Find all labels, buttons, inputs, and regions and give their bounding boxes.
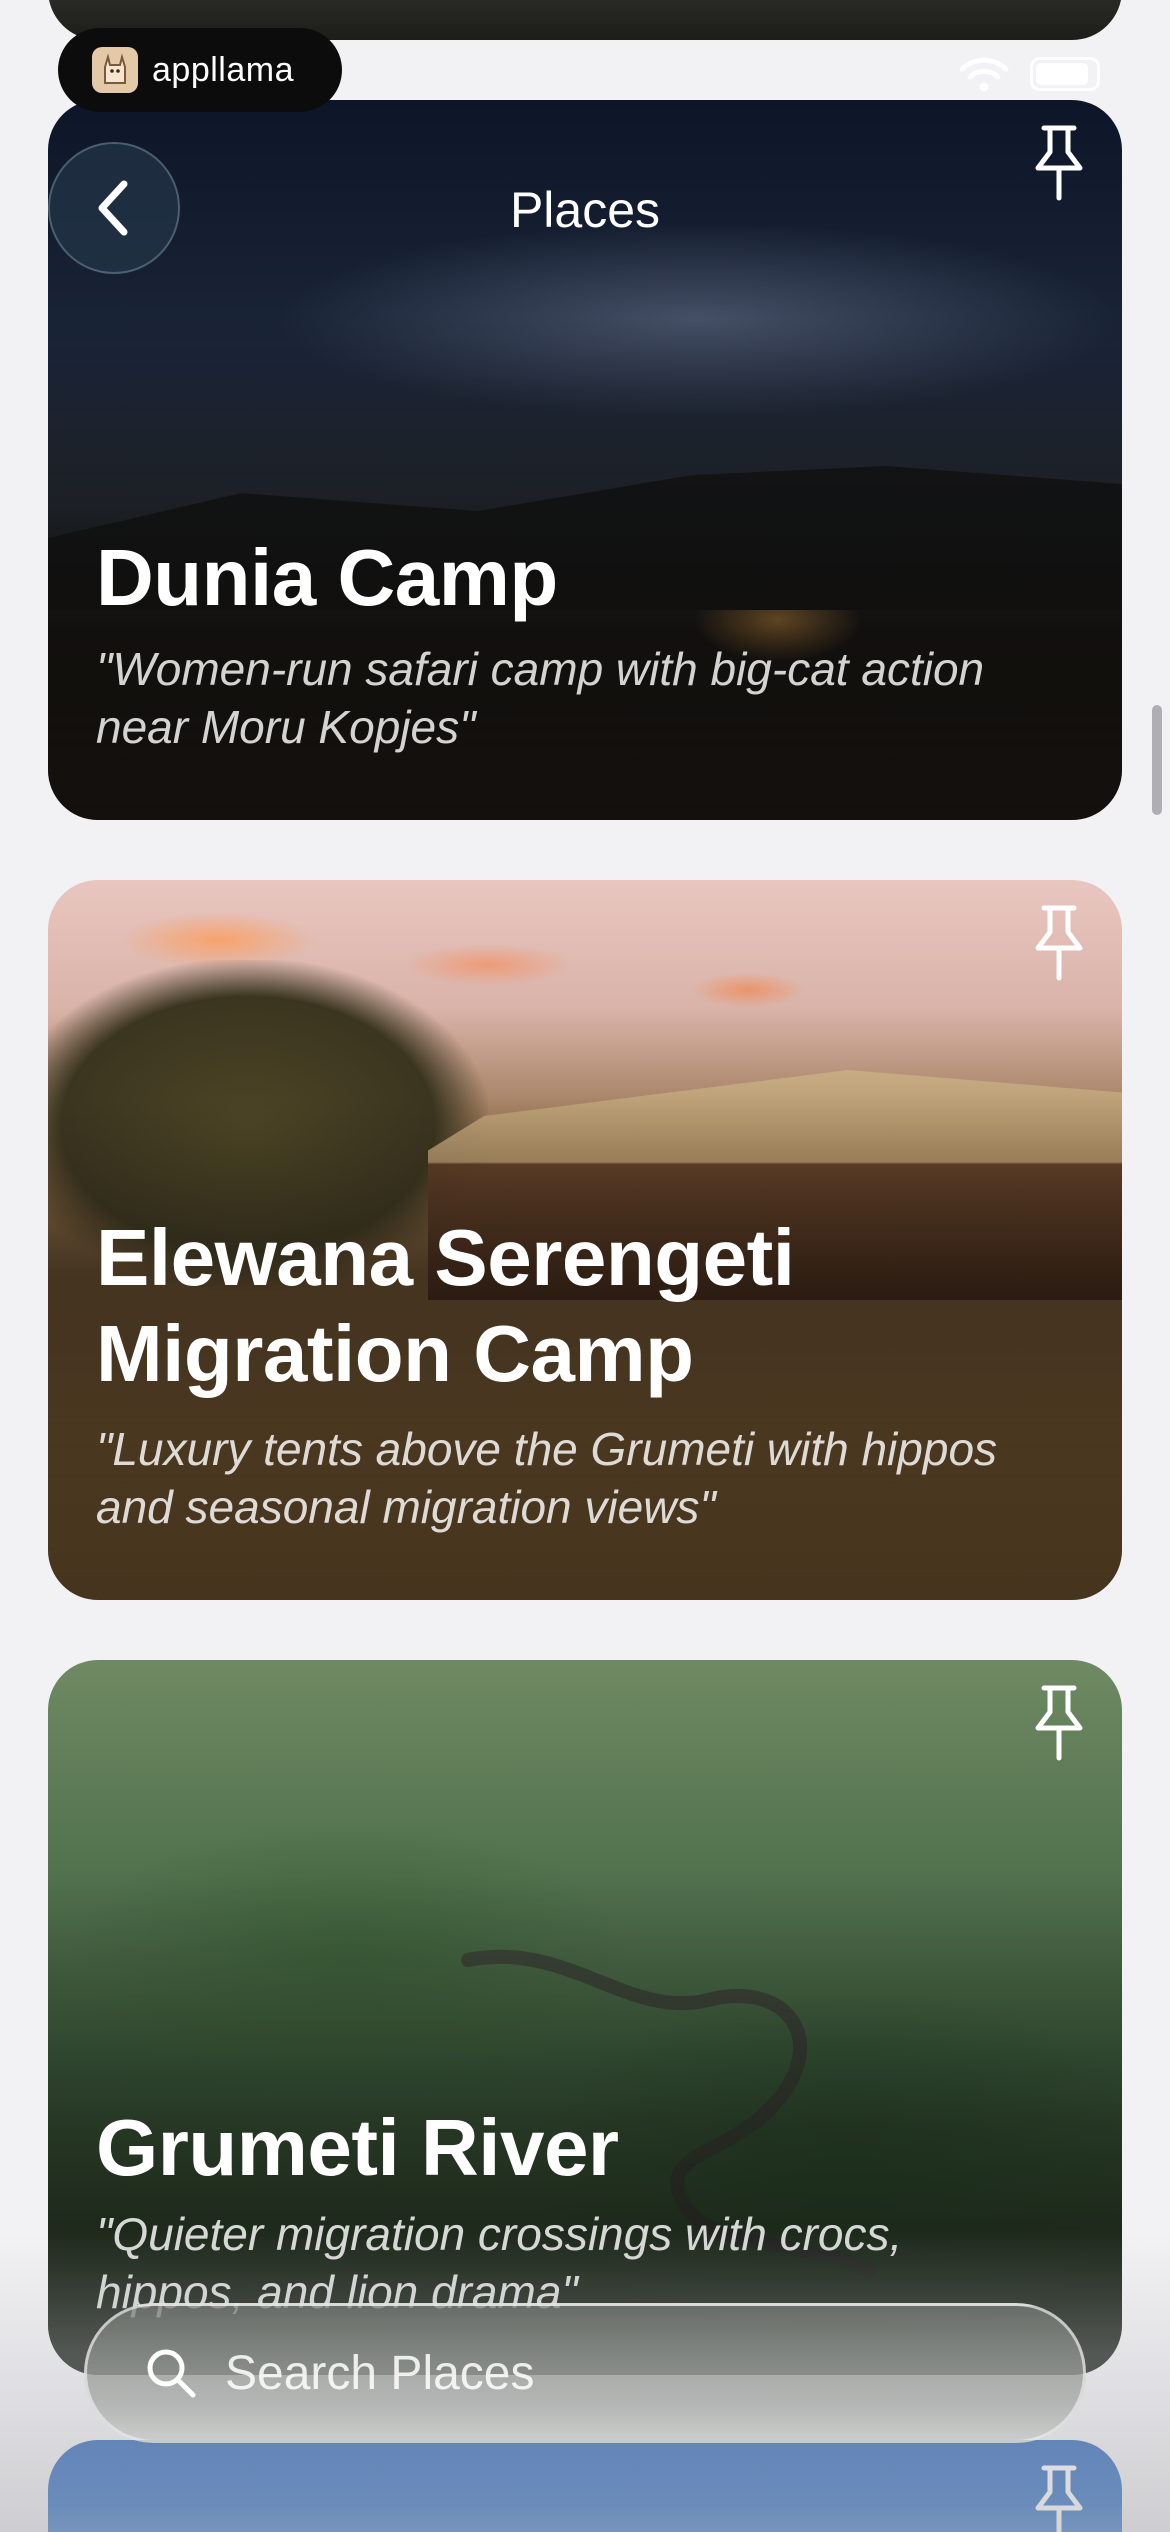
llama-logo-icon bbox=[92, 47, 138, 93]
page-title: Places bbox=[509, 182, 661, 238]
place-subtitle: "Luxury tents above the Grumeti with hip… bbox=[96, 1423, 998, 1533]
battery-icon bbox=[1030, 57, 1100, 91]
search-icon bbox=[147, 2349, 196, 2398]
app-badge-label: appllama bbox=[152, 50, 294, 89]
scroll-indicator[interactable] bbox=[1152, 705, 1162, 815]
search-bar[interactable]: Search Places bbox=[84, 2303, 1086, 2443]
place-title: Dunia Camp bbox=[96, 533, 558, 622]
pin-icon[interactable] bbox=[1026, 902, 1092, 982]
status-icons bbox=[958, 55, 1100, 93]
place-card[interactable]: Elewana Serengeti Migration Camp "Luxury… bbox=[48, 880, 1122, 1600]
app-badge: appllama bbox=[58, 28, 342, 112]
battery-level bbox=[1036, 63, 1089, 85]
place-subtitle: "Women-run safari camp with big-cat acti… bbox=[96, 643, 985, 753]
place-title: Grumeti River bbox=[96, 2103, 619, 2192]
place-title: Elewana Serengeti Migration Camp bbox=[96, 1213, 795, 1398]
wifi-icon bbox=[959, 57, 1009, 92]
search-input[interactable]: Search Places bbox=[225, 2346, 535, 2401]
pin-icon[interactable] bbox=[1026, 1682, 1092, 1762]
places-screen: Dunia Camp "Women-run safari camp with b… bbox=[0, 0, 1170, 2532]
